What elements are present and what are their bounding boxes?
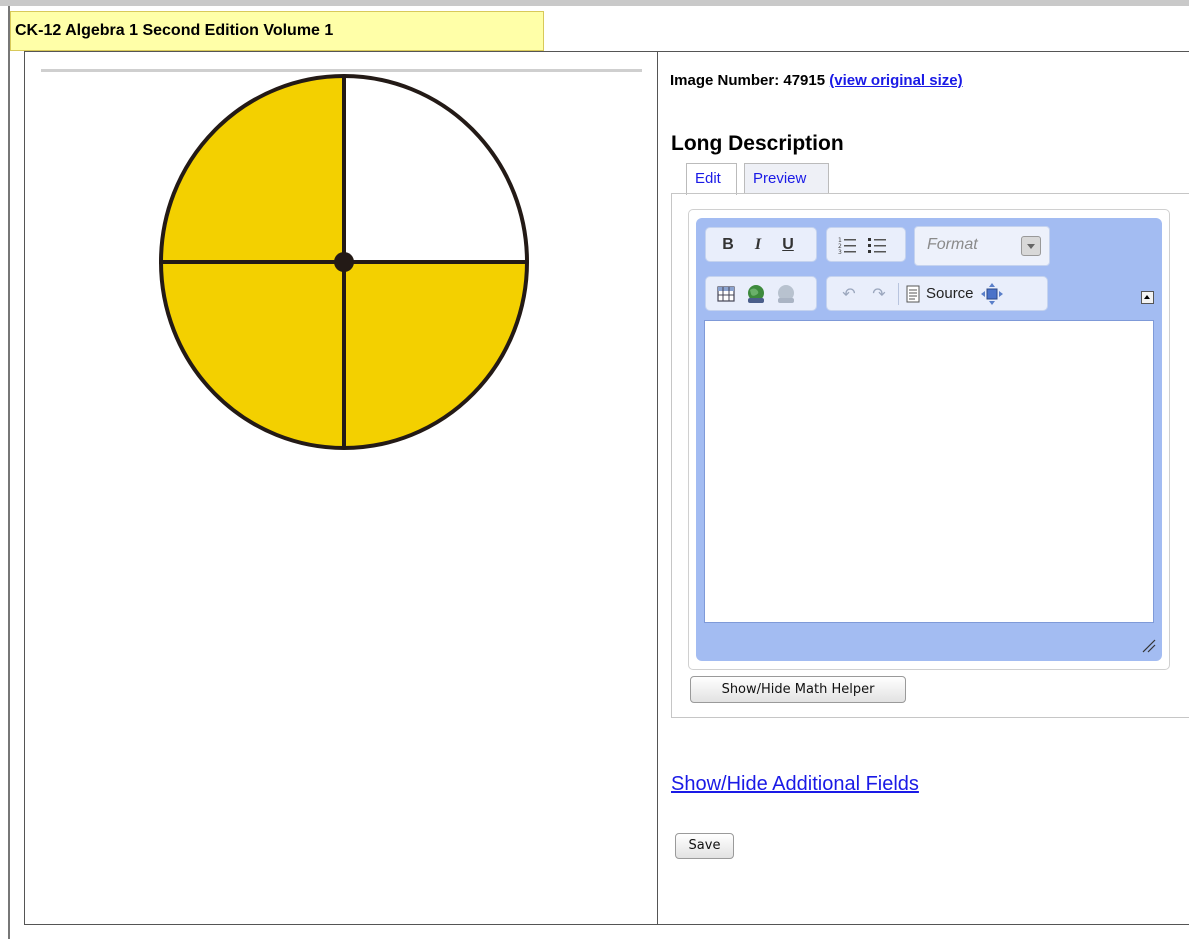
insert-group (705, 276, 817, 311)
shaded-quarter-bottom-left (161, 262, 344, 448)
numbered-list-icon: 1 2 3 (838, 237, 856, 255)
remove-link-button[interactable] (774, 282, 798, 306)
additional-fields-link[interactable]: Show/Hide Additional Fields (671, 773, 919, 796)
editor-content-area[interactable] (704, 320, 1154, 623)
svg-text:3: 3 (838, 249, 842, 255)
page-left-border (8, 6, 10, 939)
maximize-icon (980, 282, 1003, 305)
undo-button[interactable]: ↶ (837, 282, 861, 306)
table-icon (717, 285, 735, 302)
resize-grip-icon[interactable] (1140, 637, 1156, 653)
text-style-group: B I U (705, 227, 817, 262)
bulleted-list-button[interactable] (865, 233, 889, 257)
save-button[interactable]: Save (675, 833, 734, 859)
tab-edit[interactable]: Edit (686, 163, 737, 195)
collapse-toolbar-button[interactable] (1141, 291, 1154, 304)
image-number-line: Image Number: 47915 (view original size) (670, 72, 963, 89)
bold-button[interactable]: B (716, 233, 740, 257)
unshaded-quarter-top-right (344, 76, 527, 262)
long-description-heading: Long Description (671, 132, 844, 155)
window-top-bar (0, 0, 1189, 6)
book-title-tab: CK-12 Algebra 1 Second Edition Volume 1 (10, 11, 544, 51)
book-title: CK-12 Algebra 1 Second Edition Volume 1 (15, 22, 334, 39)
shaded-quarter-bottom-right (344, 262, 527, 448)
image-number-label: Image Number: 47915 (670, 72, 826, 89)
tab-preview[interactable]: Preview (744, 163, 829, 194)
source-button-label: Source (926, 285, 974, 302)
source-button[interactable]: Source (906, 282, 974, 306)
maximize-button[interactable] (980, 282, 1004, 306)
center-point (334, 252, 354, 272)
format-dropdown-label: Format (927, 236, 978, 253)
format-dropdown[interactable]: Format (914, 226, 1050, 266)
redo-button[interactable]: ↷ (867, 282, 891, 306)
globe-link-icon (748, 284, 764, 303)
history-source-group: ↶ ↷ Source (826, 276, 1048, 311)
bulleted-list-icon (868, 237, 886, 253)
circle-figure (159, 74, 529, 450)
insert-link-button[interactable] (744, 282, 768, 306)
italic-button[interactable]: I (746, 233, 770, 257)
shaded-quarter-top-left (161, 76, 344, 262)
column-divider (657, 51, 658, 925)
source-document-icon (906, 285, 920, 302)
numbered-list-button[interactable]: 1 2 3 (835, 233, 859, 257)
toolbar-separator (898, 282, 899, 305)
chevron-down-icon (1021, 236, 1041, 256)
math-helper-button[interactable]: Show/Hide Math Helper (690, 676, 906, 703)
view-original-size-link[interactable]: (view original size) (829, 72, 962, 89)
redo-icon: ↷ (872, 285, 886, 303)
list-group: 1 2 3 (826, 227, 906, 262)
image-divider (41, 69, 642, 72)
globe-unlink-icon (778, 284, 794, 303)
table-button[interactable] (714, 282, 738, 306)
underline-button[interactable]: U (776, 233, 800, 257)
undo-icon: ↶ (842, 285, 856, 303)
